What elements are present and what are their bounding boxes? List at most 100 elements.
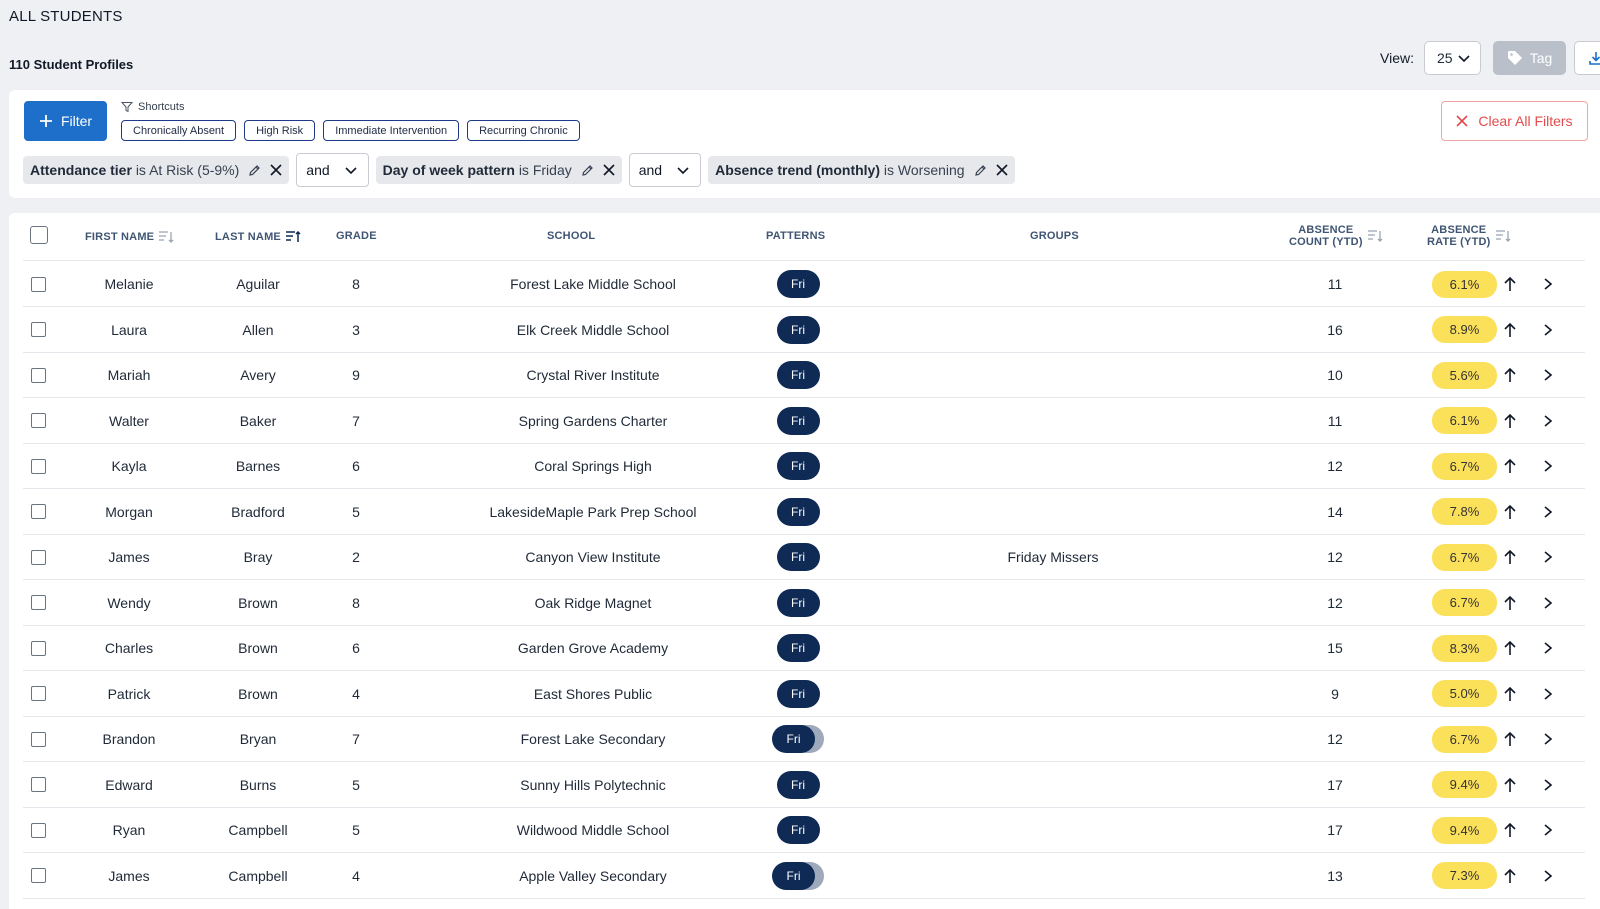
chevron-right-icon[interactable] — [1543, 550, 1553, 564]
absence-rate-cell: 8.3% — [1432, 625, 1497, 671]
shortcut-immediate-intervention[interactable]: Immediate Intervention — [323, 120, 460, 141]
chevron-right-icon[interactable] — [1543, 869, 1553, 883]
row-checkbox[interactable] — [30, 458, 46, 474]
column-last-name[interactable]: LAST NAME — [215, 230, 301, 244]
filter-condition-attendance-tier[interactable]: Attendance tier is At Risk (5-9%) — [23, 156, 290, 184]
chevron-right-icon[interactable] — [1543, 778, 1553, 792]
table-row[interactable]: Mariah Avery 9 Crystal River Institute F… — [23, 352, 1585, 398]
trend-cell — [1500, 807, 1520, 853]
chevron-right-icon[interactable] — [1543, 277, 1553, 291]
shortcut-recurring-chronic[interactable]: Recurring Chronic — [467, 120, 580, 141]
row-checkbox[interactable] — [30, 777, 46, 792]
chevron-right-icon[interactable] — [1543, 459, 1553, 473]
conjunction-select[interactable]: and — [296, 153, 369, 187]
chevron-right-icon[interactable] — [1543, 368, 1553, 382]
chevron-down-icon — [1457, 51, 1471, 65]
table-row[interactable]: Edward Burns 5 Sunny Hills Polytechnic F… — [23, 762, 1585, 808]
patterns-cell: Fri — [763, 489, 833, 535]
row-checkbox[interactable] — [30, 822, 46, 838]
column-absence-rate[interactable]: ABSENCE RATE (YTD) — [1427, 224, 1511, 248]
tag-button[interactable]: Tag — [1492, 41, 1566, 75]
row-checkbox[interactable] — [30, 413, 46, 428]
edit-icon[interactable] — [248, 164, 261, 177]
absence-count-cell: 12 — [1327, 458, 1343, 474]
select-all-checkbox[interactable] — [30, 226, 48, 244]
patterns-cell: Fri — [763, 352, 833, 398]
pattern-stack: Fri — [772, 861, 824, 890]
remove-filter-icon[interactable] — [270, 164, 282, 176]
arrow-up-icon — [1503, 595, 1517, 611]
chevron-right-icon[interactable] — [1543, 596, 1553, 610]
row-checkbox[interactable] — [30, 640, 46, 656]
last-name-cell: Bryan — [239, 731, 277, 747]
edit-icon[interactable] — [581, 164, 594, 177]
column-absence-count[interactable]: ABSENCE COUNT (YTD) — [1289, 224, 1383, 248]
edit-icon[interactable] — [974, 164, 987, 177]
table-row[interactable]: Walter Baker 7 Spring Gardens Charter Fr… — [23, 398, 1585, 444]
arrow-up-icon — [1503, 777, 1517, 793]
last-name-cell: Brown — [238, 685, 278, 702]
page-size-select[interactable]: 25 — [1423, 41, 1481, 75]
groups-cell: Friday Missers — [1007, 549, 1099, 565]
arrow-up-icon — [1503, 868, 1517, 884]
view-controls: View: 25 Tag — [1380, 41, 1600, 75]
row-checkbox[interactable] — [30, 868, 46, 883]
row-checkbox[interactable] — [30, 595, 46, 610]
shortcut-chronically-absent[interactable]: Chronically Absent — [121, 120, 237, 141]
row-checkbox[interactable] — [30, 731, 46, 747]
chevron-right-icon[interactable] — [1543, 823, 1553, 837]
clear-all-filters-button[interactable]: Clear All Filters — [1441, 101, 1588, 141]
first-name-cell: Patrick — [107, 685, 151, 702]
chevron-down-icon — [676, 163, 690, 177]
row-expand-cell — [1537, 443, 1559, 489]
chevron-right-icon[interactable] — [1543, 732, 1553, 746]
conjunction-select[interactable]: and — [628, 153, 702, 187]
filter-condition-day-pattern[interactable]: Day of week pattern is Friday — [375, 156, 622, 184]
table-row[interactable]: Laura Allen 3 Elk Creek Middle School Fr… — [23, 307, 1585, 353]
row-checkbox-cell — [23, 398, 53, 444]
first-name-cell: Mariah — [107, 367, 151, 383]
table-row[interactable]: Wendy Brown 8 Oak Ridge Magnet Fri 12 6.… — [23, 580, 1585, 626]
shortcut-high-risk[interactable]: High Risk — [244, 120, 316, 141]
table-row[interactable]: Morgan Bradford 5 LakesideMaple Park Pre… — [23, 489, 1585, 535]
table-row[interactable]: Kayla Barnes 6 Coral Springs High Fri 12… — [23, 443, 1585, 489]
download-button[interactable] — [1573, 41, 1600, 75]
filter-condition-absence-trend[interactable]: Absence trend (monthly) is Worsening — [708, 156, 1015, 184]
absence-rate-cell: 7.3% — [1432, 853, 1497, 899]
row-checkbox[interactable] — [30, 504, 46, 519]
table-row[interactable]: Patrick Brown 4 East Shores Public Fri 9… — [23, 671, 1585, 717]
chevron-right-icon[interactable] — [1543, 505, 1553, 519]
row-checkbox[interactable] — [30, 549, 46, 565]
row-checkbox[interactable] — [30, 276, 46, 292]
absence-rate-pill: 7.3% — [1432, 862, 1497, 889]
table-row[interactable]: James Campbell 4 Apple Valley Secondary … — [23, 853, 1585, 899]
remove-filter-icon[interactable] — [996, 164, 1008, 176]
school-cell: Forest Lake Secondary — [520, 731, 666, 747]
table-row[interactable]: Brandon Bryan 7 Forest Lake Secondary Fr… — [23, 716, 1585, 762]
chevron-right-icon[interactable] — [1543, 687, 1553, 701]
row-checkbox[interactable] — [30, 322, 46, 337]
last-name-cell: Barnes — [235, 458, 281, 474]
arrow-up-icon — [1503, 413, 1517, 429]
row-checkbox[interactable] — [30, 367, 46, 383]
chevron-right-icon[interactable] — [1543, 323, 1553, 337]
table-row[interactable]: Charles Brown 6 Garden Grove Academy Fri… — [23, 625, 1585, 671]
row-checkbox-cell — [23, 443, 53, 489]
row-checkbox[interactable] — [30, 686, 46, 701]
column-first-name[interactable]: FIRST NAME — [85, 230, 174, 244]
patterns-cell: Fri — [763, 853, 833, 899]
pattern-pill: Fri — [776, 588, 820, 617]
add-filter-button[interactable]: Filter — [24, 101, 107, 141]
table-row[interactable]: Ryan Campbell 5 Wildwood Middle School F… — [23, 807, 1585, 853]
chevron-right-icon[interactable] — [1543, 641, 1553, 655]
trend-cell — [1500, 307, 1520, 353]
remove-filter-icon[interactable] — [603, 164, 615, 176]
trend-cell — [1500, 716, 1520, 762]
table-row[interactable]: Melanie Aguilar 8 Forest Lake Middle Sch… — [23, 261, 1585, 307]
last-name-cell: Brown — [238, 640, 278, 656]
table-row[interactable]: James Bray 2 Canyon View Institute Fri F… — [23, 534, 1585, 580]
chevron-right-icon[interactable] — [1543, 414, 1553, 428]
first-name-cell: Kayla — [111, 458, 147, 474]
column-groups: GROUPS — [1030, 230, 1079, 242]
row-checkbox-cell — [23, 307, 53, 353]
